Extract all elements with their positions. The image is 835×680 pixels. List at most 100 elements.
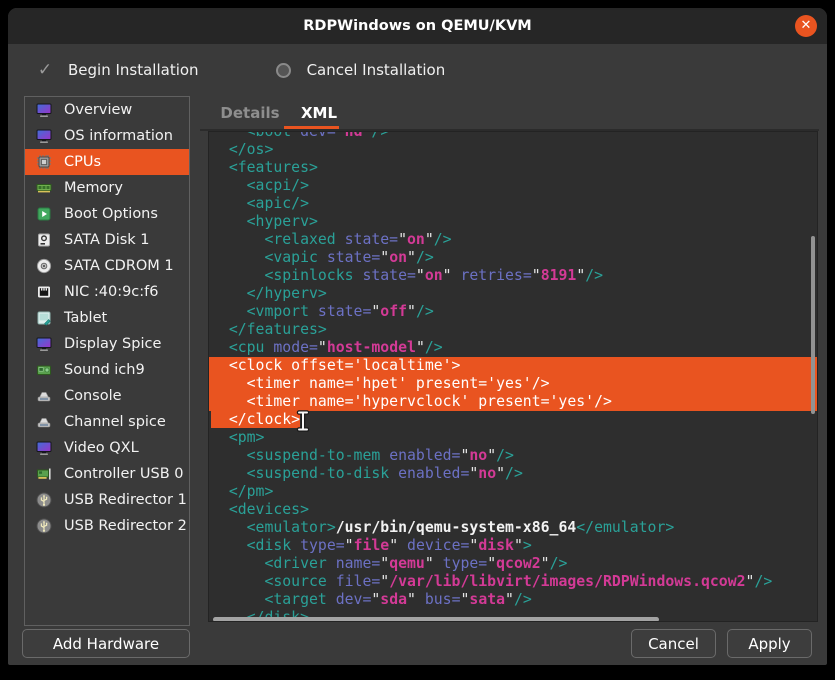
- xml-code-line[interactable]: <driver name="qemu" type="qcow2"/>: [209, 555, 817, 573]
- add-hardware-button[interactable]: Add Hardware: [22, 629, 190, 658]
- sidebar-item-sata-cdrom-1[interactable]: SATA CDROM 1: [25, 253, 189, 279]
- xml-code-line[interactable]: <disk type="file" device="disk">: [209, 537, 817, 555]
- sidebar-item-label: Tablet: [64, 310, 107, 326]
- console-icon: [36, 414, 52, 430]
- sidebar-item-label: Channel spice: [64, 414, 166, 430]
- check-icon: ✓: [32, 60, 58, 80]
- titlebar[interactable]: RDPWindows on QEMU/KVM ✕: [8, 8, 827, 44]
- cdrom-icon: [36, 258, 52, 274]
- xml-code-line[interactable]: <suspend-to-mem enabled="no"/>: [209, 447, 817, 465]
- sidebar-item-boot-options[interactable]: Boot Options: [25, 201, 189, 227]
- sidebar-item-label: SATA CDROM 1: [64, 258, 174, 274]
- sidebar-item-label: NIC :40:9c:f6: [64, 284, 159, 300]
- boot-icon: [36, 206, 52, 222]
- monitor-icon: [36, 336, 52, 352]
- sidebar-item-nic-40-9c-f6[interactable]: NIC :40:9c:f6: [25, 279, 189, 305]
- sidebar-item-label: Sound ich9: [64, 362, 145, 378]
- sidebar-item-os-information[interactable]: OS information: [25, 123, 189, 149]
- xml-code-line[interactable]: </hyperv>: [209, 285, 817, 303]
- apply-button[interactable]: Apply: [727, 629, 812, 658]
- sidebar-item-label: Overview: [64, 102, 132, 118]
- sidebar-item-overview[interactable]: Overview: [25, 97, 189, 123]
- close-button[interactable]: ✕: [795, 15, 817, 37]
- cancel-installation-label: Cancel Installation: [307, 61, 446, 79]
- sidebar-item-cpus[interactable]: CPUs: [25, 149, 189, 175]
- xml-code[interactable]: <boot dev='hd'/> </os> <features> <acpi/…: [209, 131, 817, 622]
- sidebar-item-sata-disk-1[interactable]: SATA Disk 1: [25, 227, 189, 253]
- sidebar-item-label: Display Spice: [64, 336, 161, 352]
- xml-code-line[interactable]: <source file="/var/lib/libvirt/images/RD…: [209, 573, 817, 591]
- xml-code-line[interactable]: <emulator>/usr/bin/qemu-system-x86_64</e…: [209, 519, 817, 537]
- sidebar-item-usb-redirector-2[interactable]: USB Redirector 2: [25, 513, 189, 539]
- sidebar-item-controller-usb-0[interactable]: Controller USB 0: [25, 461, 189, 487]
- console-icon: [36, 388, 52, 404]
- sidebar-item-sound-ich9[interactable]: Sound ich9: [25, 357, 189, 383]
- sidebar-item-label: USB Redirector 2: [64, 518, 187, 534]
- xml-code-line[interactable]: </pm>: [209, 483, 817, 501]
- tablet-icon: [36, 310, 52, 326]
- vertical-scrollbar[interactable]: [811, 236, 815, 414]
- sidebar-item-label: SATA Disk 1: [64, 232, 150, 248]
- sidebar-item-tablet[interactable]: Tablet: [25, 305, 189, 331]
- xml-code-line[interactable]: <boot dev='hd'/>: [209, 131, 817, 141]
- sidebar-item-display-spice[interactable]: Display Spice: [25, 331, 189, 357]
- usb-controller-icon: [36, 466, 52, 482]
- sidebar-item-video-qxl[interactable]: Video QXL: [25, 435, 189, 461]
- sidebar-item-label: Video QXL: [64, 440, 139, 456]
- tab-xml-label: XML: [301, 104, 337, 122]
- xml-code-line[interactable]: <hyperv>: [209, 213, 817, 231]
- begin-installation-label: Begin Installation: [68, 61, 199, 79]
- sidebar-item-label: Controller USB 0: [64, 466, 184, 482]
- tab-details-label: Details: [220, 104, 279, 122]
- sidebar-item-label: USB Redirector 1: [64, 492, 187, 508]
- cpu-icon: [36, 154, 52, 170]
- xml-editor[interactable]: <boot dev='hd'/> </os> <features> <acpi/…: [208, 131, 818, 622]
- xml-code-line[interactable]: <relaxed state="on"/>: [209, 231, 817, 249]
- xml-code-line[interactable]: <features>: [209, 159, 817, 177]
- tab-details[interactable]: Details: [210, 96, 290, 130]
- sidebar-item-label: Console: [64, 388, 122, 404]
- begin-installation-button[interactable]: ✓ Begin Installation: [22, 52, 209, 88]
- xml-code-line[interactable]: <target dev="sda" bus="sata"/>: [209, 591, 817, 609]
- sidebar-item-console[interactable]: Console: [25, 383, 189, 409]
- nic-icon: [36, 284, 52, 300]
- xml-code-line[interactable]: <suspend-to-disk enabled="no"/>: [209, 465, 817, 483]
- usb-icon: [36, 518, 52, 534]
- toolbar: ✓ Begin Installation Cancel Installation: [8, 44, 827, 96]
- window-title: RDPWindows on QEMU/KVM: [8, 8, 827, 44]
- cancel-installation-button[interactable]: Cancel Installation: [261, 52, 456, 88]
- usb-icon: [36, 492, 52, 508]
- sidebar-item-label: Memory: [64, 180, 123, 196]
- xml-code-line[interactable]: <devices>: [209, 501, 817, 519]
- xml-code-line[interactable]: <acpi/>: [209, 177, 817, 195]
- monitor-icon: [36, 102, 52, 118]
- xml-code-line[interactable]: <spinlocks state="on" retries="8191"/>: [209, 267, 817, 285]
- memory-icon: [36, 180, 52, 196]
- radio-icon: [271, 61, 297, 79]
- sidebar-item-label: OS information: [64, 128, 173, 144]
- sidebar-item-usb-redirector-1[interactable]: USB Redirector 1: [25, 487, 189, 513]
- sidebar-item-channel-spice[interactable]: Channel spice: [25, 409, 189, 435]
- sidebar-item-label: Boot Options: [64, 206, 158, 222]
- vm-details-window: RDPWindows on QEMU/KVM ✕ ✓ Begin Install…: [8, 8, 827, 665]
- xml-code-line[interactable]: <apic/>: [209, 195, 817, 213]
- xml-code-line[interactable]: <cpu mode="host-model"/>: [209, 339, 817, 357]
- xml-code-line[interactable]: </os>: [209, 141, 817, 159]
- sidebar-item-memory[interactable]: Memory: [25, 175, 189, 201]
- disk-icon: [36, 232, 52, 248]
- xml-code-line[interactable]: <clock offset='localtime'>: [209, 357, 817, 375]
- xml-code-line[interactable]: <timer name='hpet' present='yes'/>: [209, 375, 817, 393]
- tab-xml[interactable]: XML: [291, 96, 347, 130]
- text-cursor-pointer: [296, 410, 310, 432]
- sidebar-item-label: CPUs: [64, 154, 101, 170]
- xml-code-line[interactable]: <vapic state="on"/>: [209, 249, 817, 267]
- close-icon: ✕: [801, 18, 812, 33]
- cancel-button[interactable]: Cancel: [631, 629, 716, 658]
- xml-code-line[interactable]: <vmport state="off"/>: [209, 303, 817, 321]
- monitor-icon: [36, 440, 52, 456]
- hardware-list: Overview OS information CPUs Memory Boot Opt…: [24, 96, 190, 626]
- monitor-icon: [36, 128, 52, 144]
- xml-code-line[interactable]: <timer name='hypervclock' present='yes'/…: [209, 393, 817, 411]
- xml-code-line[interactable]: </features>: [209, 321, 817, 339]
- sound-icon: [36, 362, 52, 378]
